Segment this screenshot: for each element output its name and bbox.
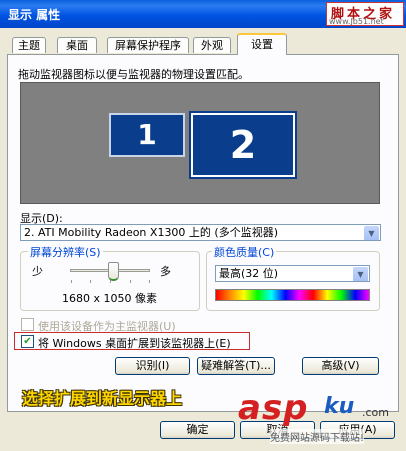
extend-desktop-label: 将 Windows 桌面扩展到该监视器上(E) xyxy=(38,337,231,350)
watermark-logo: 脚本之家 www.Jb51.net xyxy=(326,2,404,26)
display-dropdown-value: 2. ATI Mobility Radeon X1300 上的 (多个监视器) xyxy=(24,226,279,239)
watermark-subtitle: 免费网站源码下载站! xyxy=(270,429,365,444)
color-spectrum-bar xyxy=(215,289,370,301)
display-properties-window: 显示 属性 脚本之家 www.Jb51.net 主题 桌面 屏幕保护程序 外观 … xyxy=(0,0,406,451)
checkmark-icon: ✔ xyxy=(23,336,32,347)
tab-themes[interactable]: 主题 xyxy=(12,37,46,53)
tab-desktop[interactable]: 桌面 xyxy=(57,37,97,53)
watermark-kt: ku xyxy=(324,394,355,419)
tab-settings[interactable]: 设置 xyxy=(237,33,287,55)
monitor-1[interactable]: 1 xyxy=(109,113,185,157)
tab-screensaver-label: 屏幕保护程序 xyxy=(115,39,181,52)
extend-desktop-checkbox[interactable]: ✔ xyxy=(21,335,34,348)
title-bar[interactable]: 显示 属性 脚本之家 www.Jb51.net xyxy=(0,0,406,28)
color-quality-group-title: 颜色质量(C) xyxy=(212,244,277,260)
troubleshoot-button[interactable]: 疑难解答(T)... xyxy=(197,357,275,375)
chevron-down-icon[interactable]: ▼ xyxy=(353,267,368,281)
window-title: 显示 属性 xyxy=(8,8,61,22)
tab-screensaver[interactable]: 屏幕保护程序 xyxy=(107,37,189,53)
advanced-button[interactable]: 高级(V) xyxy=(302,357,379,375)
watermark-bottom: asp ku .com 免费网站源码下载站! xyxy=(238,388,406,448)
tab-appearance[interactable]: 外观 xyxy=(193,37,231,53)
tab-themes-label: 主题 xyxy=(18,39,40,52)
resolution-value: 1680 x 1050 像素 xyxy=(62,292,157,305)
resolution-more-label: 多 xyxy=(160,265,171,278)
resolution-group-title: 屏幕分辨率(S) xyxy=(28,244,103,260)
identify-button[interactable]: 识别(I) xyxy=(115,357,190,375)
ok-button[interactable]: 确定 xyxy=(160,421,235,439)
resolution-slider-thumb[interactable] xyxy=(108,262,119,281)
color-quality-dropdown[interactable]: 最高(32 位) ▼ xyxy=(215,265,370,282)
monitor-arrangement-area: 1 2 xyxy=(20,82,380,204)
tab-desktop-label: 桌面 xyxy=(66,39,88,52)
instruction-caption: 选择扩展到新显示器上 xyxy=(22,389,183,408)
instruction-text: 拖动监视器图标以便与监视器的物理设置匹配。 xyxy=(18,68,249,81)
slider-tick xyxy=(71,280,72,283)
primary-monitor-checkbox[interactable] xyxy=(21,318,34,331)
slider-tick xyxy=(130,280,131,283)
tab-appearance-label: 外观 xyxy=(201,39,223,52)
watermark-com: .com xyxy=(362,406,389,419)
resolution-less-label: 少 xyxy=(32,265,43,278)
display-dropdown[interactable]: 2. ATI Mobility Radeon X1300 上的 (多个监视器) … xyxy=(20,224,381,241)
monitor-2[interactable]: 2 xyxy=(189,111,297,179)
tab-settings-label: 设置 xyxy=(251,38,273,51)
chevron-down-icon[interactable]: ▼ xyxy=(364,226,379,240)
color-quality-value: 最高(32 位) xyxy=(219,267,279,280)
watermark-site: www.Jb51.net xyxy=(329,17,384,26)
watermark-asp: asp xyxy=(238,388,309,428)
slider-tick xyxy=(90,280,91,283)
slider-tick xyxy=(149,280,150,283)
